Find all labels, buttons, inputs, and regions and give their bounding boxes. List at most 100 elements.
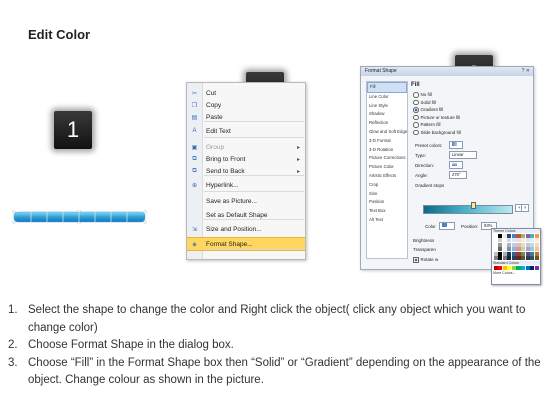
color-swatch[interactable] [498,247,503,252]
color-swatch[interactable] [525,238,530,243]
color-swatch[interactable] [511,255,516,260]
fill-option-slide-background-fill[interactable]: Slide background fill [413,130,461,136]
menu-item-group[interactable]: ▣ Group ▸ [187,141,305,153]
color-swatch[interactable] [520,238,526,243]
menu-item-hyperlink[interactable]: ⊕ Hyperlink... [187,179,305,191]
color-swatch[interactable] [516,265,521,270]
color-swatch[interactable] [530,265,535,270]
color-swatch[interactable] [534,255,539,260]
color-swatch[interactable] [516,242,521,247]
color-swatch[interactable] [493,234,498,238]
color-swatch[interactable] [511,251,516,256]
color-swatch[interactable] [525,234,530,238]
color-swatch[interactable] [502,247,507,252]
nav-item-size[interactable]: Size [367,190,407,199]
nav-item-reflection[interactable]: Reflection [367,119,407,128]
direction-dropdown[interactable] [449,161,463,169]
color-swatch[interactable] [534,265,539,270]
color-swatch[interactable] [516,247,521,252]
color-swatch[interactable] [498,234,503,238]
color-swatch[interactable] [511,238,516,243]
color-swatch[interactable] [520,251,526,256]
color-swatch[interactable] [511,234,516,238]
color-swatch[interactable] [530,255,535,260]
color-dropdown[interactable] [439,222,455,230]
nav-item-picture-corrections[interactable]: Picture Corrections [367,154,407,163]
nav-item-line-style[interactable]: Line Style [367,102,407,111]
color-swatch[interactable] [493,255,498,260]
nav-item-text-box[interactable]: Text Box [367,207,407,216]
color-swatch[interactable] [520,255,526,260]
color-swatch[interactable] [534,242,539,247]
fill-option-picture-or-texture-fill[interactable]: Picture or texture fill [413,115,460,121]
color-swatch[interactable] [507,242,512,247]
nav-item-crop[interactable]: Crop [367,181,407,190]
color-swatch[interactable] [493,238,498,243]
color-swatch[interactable] [516,238,521,243]
nav-item-position[interactable]: Position [367,198,407,207]
color-swatch[interactable] [498,255,503,260]
color-swatch[interactable] [525,265,530,270]
fill-option-no-fill[interactable]: No fill [413,92,432,98]
color-swatch[interactable] [534,234,539,238]
color-swatch[interactable] [502,251,507,256]
color-swatch[interactable] [507,234,512,238]
color-swatch[interactable] [507,247,512,252]
color-swatch[interactable] [516,255,521,260]
color-swatch[interactable] [511,247,516,252]
color-swatch[interactable] [498,251,503,256]
fill-option-solid-fill[interactable]: Solid fill [413,100,436,106]
color-swatch[interactable] [516,234,521,238]
color-swatch[interactable] [502,234,507,238]
color-swatch[interactable] [502,265,507,270]
color-swatch[interactable] [507,251,512,256]
type-dropdown[interactable]: Linear [449,151,477,159]
color-swatch[interactable] [534,251,539,256]
color-swatch[interactable] [525,242,530,247]
menu-item-bring-to-front[interactable]: ⧉ Bring to Front ▸ [187,153,305,165]
menu-item-copy[interactable]: ❐ Copy [187,99,305,111]
color-swatch[interactable] [493,251,498,256]
color-swatch[interactable] [493,265,498,270]
remove-stop-button[interactable]: × [521,204,529,212]
color-swatch[interactable] [530,238,535,243]
fill-option-gradient-fill[interactable]: Gradient fill [413,107,443,113]
color-swatch[interactable] [516,251,521,256]
color-swatch[interactable] [530,247,535,252]
color-swatch[interactable] [502,238,507,243]
color-swatch[interactable] [498,265,503,270]
color-swatch[interactable] [502,242,507,247]
menu-item-cut[interactable]: ✂ Cut [187,87,305,99]
color-swatch[interactable] [511,265,516,270]
color-swatch[interactable] [530,234,535,238]
preset-colors-dropdown[interactable] [449,141,463,149]
nav-item-picture-color[interactable]: Picture Color [367,163,407,172]
color-swatch[interactable] [498,238,503,243]
color-swatch[interactable] [525,255,530,260]
nav-item-alt-text[interactable]: Alt Text [367,216,407,225]
color-swatch[interactable] [530,242,535,247]
more-colors-link[interactable]: More Colors... [492,270,540,275]
selected-shape[interactable] [12,210,147,224]
nav-item-line-color[interactable]: Line Color [367,93,407,102]
nav-item-3-d-rotation[interactable]: 3-D Rotation [367,146,407,155]
color-swatch[interactable] [534,247,539,252]
nav-item-fill[interactable]: Fill [367,82,407,93]
color-swatch[interactable] [530,251,535,256]
color-swatch[interactable] [493,242,498,247]
color-swatch[interactable] [507,255,512,260]
color-swatch[interactable] [534,238,539,243]
color-swatch[interactable] [507,238,512,243]
color-swatch[interactable] [520,242,526,247]
nav-item-shadow[interactable]: Shadow [367,110,407,119]
menu-item-save-as-picture[interactable]: Save as Picture... [187,195,305,207]
angle-input[interactable]: 270° [449,171,467,179]
rotate-with-shape-checkbox[interactable]: Rotate w [413,257,438,263]
color-swatch[interactable] [520,265,526,270]
window-buttons[interactable]: ? ✕ [522,68,530,74]
color-swatch[interactable] [493,247,498,252]
nav-item-glow-and-soft-edges[interactable]: Glow and Soft Edges [367,128,407,137]
gradient-stop-handle[interactable] [471,202,476,209]
nav-item-3-d-format[interactable]: 3-D Format [367,137,407,146]
color-swatch[interactable] [507,265,512,270]
